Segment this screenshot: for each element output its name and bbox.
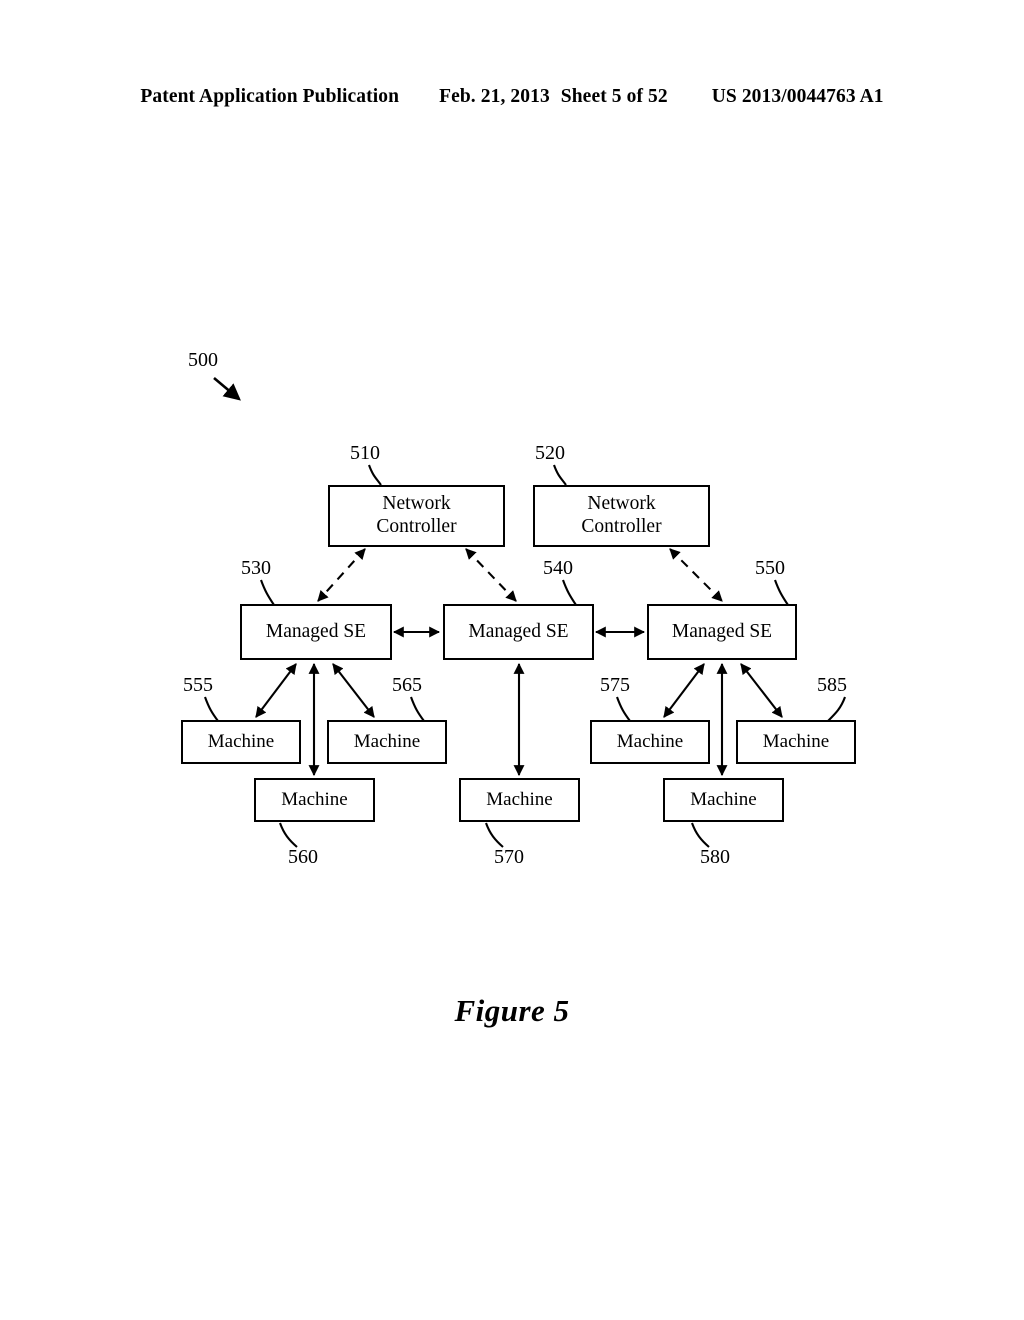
machine-585[interactable]: Machine: [736, 720, 856, 764]
ref-numeral-520: 520: [535, 442, 565, 464]
network-controller-520-line1: Network: [587, 493, 656, 515]
ref-numeral-500: 500: [188, 349, 218, 371]
ref-numeral-555: 555: [183, 674, 213, 696]
machine-570-label: Machine: [486, 788, 553, 810]
machine-580-label: Machine: [690, 788, 757, 810]
network-controller-520-line2: Controller: [581, 516, 662, 537]
ref-numeral-565: 565: [392, 674, 422, 696]
machine-575-label: Machine: [616, 730, 684, 752]
machine-565[interactable]: Machine: [327, 720, 447, 764]
machine-570[interactable]: Machine: [459, 778, 580, 822]
controller-se-links: [317, 548, 723, 602]
machine-560-label: Machine: [281, 788, 348, 810]
ref-numeral-510: 510: [350, 442, 380, 464]
ref-numeral-550: 550: [755, 557, 785, 579]
ref-numeral-560: 560: [288, 846, 318, 868]
network-controller-510-line2: Controller: [376, 516, 457, 537]
managed-se-540-label: Managed SE: [468, 620, 569, 642]
ref-numeral-580: 580: [700, 846, 730, 868]
ref-numeral-530: 530: [241, 557, 271, 579]
machine-565-label: Machine: [353, 730, 421, 752]
machine-555-label: Machine: [207, 730, 275, 752]
ref-numeral-585: 585: [817, 674, 847, 696]
machine-585-label: Machine: [762, 730, 830, 752]
machine-555[interactable]: Machine: [181, 720, 301, 764]
managed-se-550[interactable]: Managed SE: [647, 604, 797, 660]
network-controller-520[interactable]: Network Controller: [533, 485, 710, 547]
diagram-connector-layer: [204, 377, 846, 848]
figure-diagram: 500 510 520 530 540 550 555 565 575 585 …: [0, 0, 1024, 1320]
system-ref-arrow: [213, 377, 241, 401]
network-controller-510[interactable]: Network Controller: [328, 485, 505, 547]
network-controller-510-line1: Network: [382, 493, 451, 515]
figure-caption: Figure 5: [454, 993, 570, 1028]
machine-575[interactable]: Machine: [590, 720, 710, 764]
managed-se-540[interactable]: Managed SE: [443, 604, 594, 660]
machine-580[interactable]: Machine: [663, 778, 784, 822]
ref-numeral-570: 570: [494, 846, 524, 868]
machine-560[interactable]: Machine: [254, 778, 375, 822]
managed-se-550-label: Managed SE: [671, 620, 773, 642]
managed-se-530[interactable]: Managed SE: [240, 604, 392, 660]
ref-numeral-575: 575: [600, 674, 630, 696]
managed-se-530-label: Managed SE: [265, 620, 367, 642]
ref-numeral-540: 540: [543, 557, 573, 579]
